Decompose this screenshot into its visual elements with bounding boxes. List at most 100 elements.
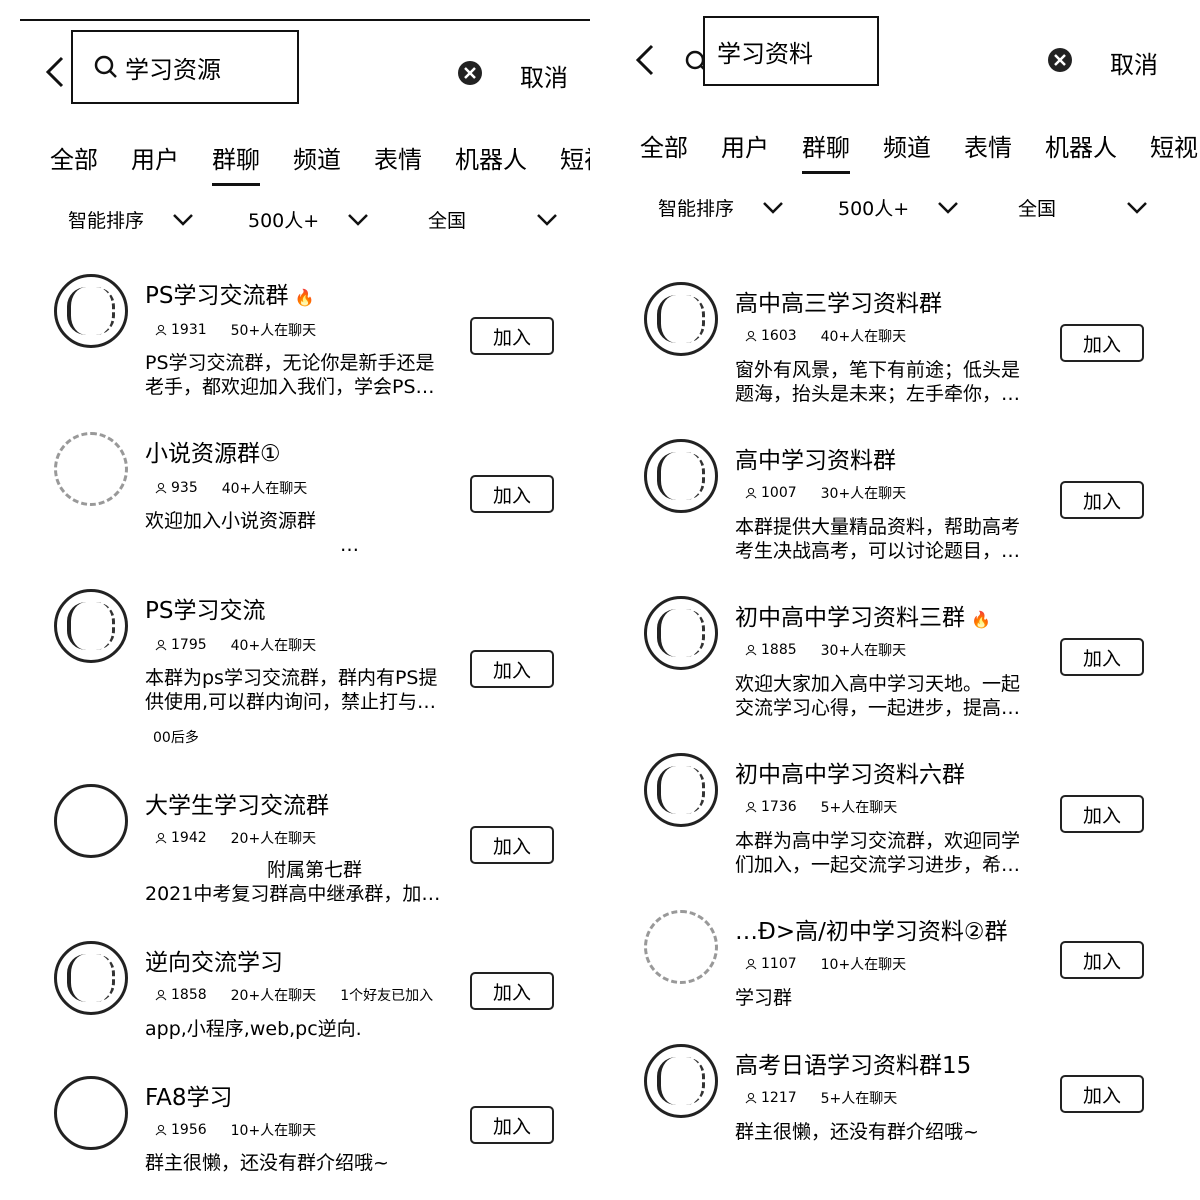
group-list-item[interactable]: 高中学习资料群 1007 30+人在聊天 本群提供大量精品资料，帮助高考 考生决… [610,435,1200,585]
join-button[interactable]: 加入 [1060,795,1144,833]
desc-line: 供使用,可以群内询问，禁止打与… [145,691,437,713]
chevron-down-icon [763,201,783,214]
person-icon [155,324,167,336]
join-button[interactable]: 加入 [470,972,554,1010]
clear-icon[interactable] [457,60,483,86]
group-list-item[interactable]: 逆向交流学习 1858 20+人在聊天 1个好友已加入 app,小程序,web,… [20,937,590,1067]
group-list-item[interactable]: 初中高中学习资料三群 🔥 1885 30+人在聊天 欢迎大家加入高中学习天地。一起… [610,592,1200,742]
member-count: 1736 [761,799,797,815]
tab-stickers[interactable]: 表情 [964,128,1012,163]
group-meta: 1942 20+人在聊天 [155,828,340,848]
group-name: 高中高三学习资料群 [735,291,942,317]
tab-channels[interactable]: 频道 [293,140,341,175]
tab-all[interactable]: 全部 [640,128,688,163]
tab-bots[interactable]: 机器人 [1045,128,1117,163]
sort-dropdown[interactable]: 智能排序 [658,194,838,221]
group-description: 本群为高中学习交流群，欢迎同学 们加入，一起交流学习进步，希… [735,829,1050,877]
join-button[interactable]: 加入 [1060,324,1144,362]
group-avatar [54,274,128,348]
join-button[interactable]: 加入 [470,650,554,688]
tab-all[interactable]: 全部 [50,140,98,175]
desc-line: 学习群 [735,987,793,1009]
group-list-item[interactable]: PS学习交流 1795 40+人在聊天 本群为ps学习交流群，群内有PS提 供使… [20,585,590,755]
member-count: 1956 [171,1122,207,1138]
region-label: 全国 [1018,198,1057,220]
member-count: 1217 [761,1090,797,1106]
member-count: 1858 [171,987,207,1003]
group-list-item[interactable]: …Ð>高/初中学习资料②群 1107 10+人在聊天 学习群 加入 [610,906,1200,1031]
person-icon [745,958,757,970]
search-query-box[interactable]: 学习资料 [703,16,879,86]
join-button[interactable]: 加入 [1060,941,1144,979]
join-button[interactable]: 加入 [1060,638,1144,676]
tab-users[interactable]: 用户 [131,140,179,175]
online-count: 5+人在聊天 [820,800,898,816]
group-description: 本群提供大量精品资料，帮助高考 考生决战高考，可以讨论题目，… [735,515,1050,563]
person-icon [155,639,167,651]
group-list-item[interactable]: PS学习交流群 🔥 1931 50+人在聊天 PS学习交流群，无论你是新手还是 老… [20,270,590,420]
group-meta: 935 40+人在聊天 [155,478,331,498]
online-count: 40+人在聊天 [230,638,317,654]
tab-stickers[interactable]: 表情 [374,140,422,175]
back-arrow-icon[interactable] [630,40,660,80]
tab-bots[interactable]: 机器人 [455,140,527,175]
size-dropdown[interactable]: 500人+ [248,206,428,233]
clear-icon[interactable] [1047,47,1073,73]
group-description: 群主很懒，还没有群介绍哦~ [735,1120,1050,1144]
chevron-down-icon [1127,201,1147,214]
tab-groups[interactable]: 群聊 [802,128,850,174]
person-icon [745,487,757,499]
member-count: 1885 [761,642,797,658]
tab-short-video[interactable]: 短视 [560,140,590,175]
region-dropdown[interactable]: 全国 [1018,194,1168,221]
group-avatar [644,596,718,670]
tab-groups[interactable]: 群聊 [212,140,260,186]
cancel-button[interactable]: 取消 [520,58,568,93]
search-input[interactable]: 学习资源 [71,30,299,104]
group-name: 高考日语学习资料群15 [735,1053,972,1079]
group-list-item[interactable]: FA8学习 1956 10+人在聊天 群主很懒，还没有群介绍哦~ 加入 [20,1072,590,1200]
group-avatar [54,784,128,858]
person-icon [155,989,167,1001]
online-count: 20+人在聊天 [230,988,317,1004]
size-dropdown[interactable]: 500人+ [838,194,1018,221]
join-button[interactable]: 加入 [470,826,554,864]
tab-channels[interactable]: 频道 [883,128,931,163]
group-list-item[interactable]: 高考日语学习资料群15 1217 5+人在聊天 群主很懒，还没有群介绍哦~ 加入 [610,1040,1200,1180]
tab-users[interactable]: 用户 [721,128,769,163]
group-list-item[interactable]: 小说资源群① 935 40+人在聊天 欢迎加入小说资源群 … 加入 [20,428,590,578]
back-arrow-icon[interactable] [40,52,70,92]
join-button[interactable]: 加入 [470,1106,554,1144]
member-count: 1931 [171,322,207,338]
group-list-item[interactable]: 大学生学习交流群 1942 20+人在聊天 附属第七群 2021中考复习群高中继… [20,780,590,930]
cancel-button[interactable]: 取消 [1110,45,1158,80]
group-description: 欢迎大家加入高中学习天地。一起 交流学习心得，一起进步，提高… [735,672,1050,720]
chevron-down-icon [348,213,369,226]
person-icon [745,1092,757,1104]
group-name: 高中学习资料群 [735,448,896,474]
person-icon [745,330,757,342]
group-name-text: 初中高中学习资料三群 [735,605,965,631]
sort-dropdown[interactable]: 智能排序 [68,206,248,233]
group-name: PS学习交流 [145,598,266,624]
group-avatar [54,941,128,1015]
join-button[interactable]: 加入 [1060,1075,1144,1113]
tab-short-video[interactable]: 短视 [1150,128,1198,163]
region-dropdown[interactable]: 全国 [428,206,578,233]
group-meta: 1007 30+人在聊天 [745,483,930,503]
group-name: 初中高中学习资料三群 🔥 [735,598,991,632]
sort-label: 智能排序 [658,198,735,220]
person-icon [155,1124,167,1136]
filter-tabs: 全部 用户 群聊 频道 表情 机器人 短视 [50,140,590,186]
group-avatar [644,753,718,827]
right-search-panel: 学习资料 取消 全部 用户 群聊 频道 表情 机器人 短视 智能排序 500人+… [610,0,1200,1200]
group-description: 群主很懒，还没有群介绍哦~ [145,1151,460,1175]
join-button[interactable]: 加入 [470,475,554,513]
group-list-item[interactable]: 初中高中学习资料六群 1736 5+人在聊天 本群为高中学习交流群，欢迎同学 们… [610,749,1200,899]
join-button[interactable]: 加入 [470,317,554,355]
region-label: 全国 [428,210,467,232]
group-list-item[interactable]: 高中高三学习资料群 1603 40+人在聊天 窗外有风景，笔下有前途；低头是 题… [610,278,1200,428]
join-button[interactable]: 加入 [1060,481,1144,519]
group-description: app,小程序,web,pc逆向. [145,1017,460,1041]
person-icon [745,801,757,813]
